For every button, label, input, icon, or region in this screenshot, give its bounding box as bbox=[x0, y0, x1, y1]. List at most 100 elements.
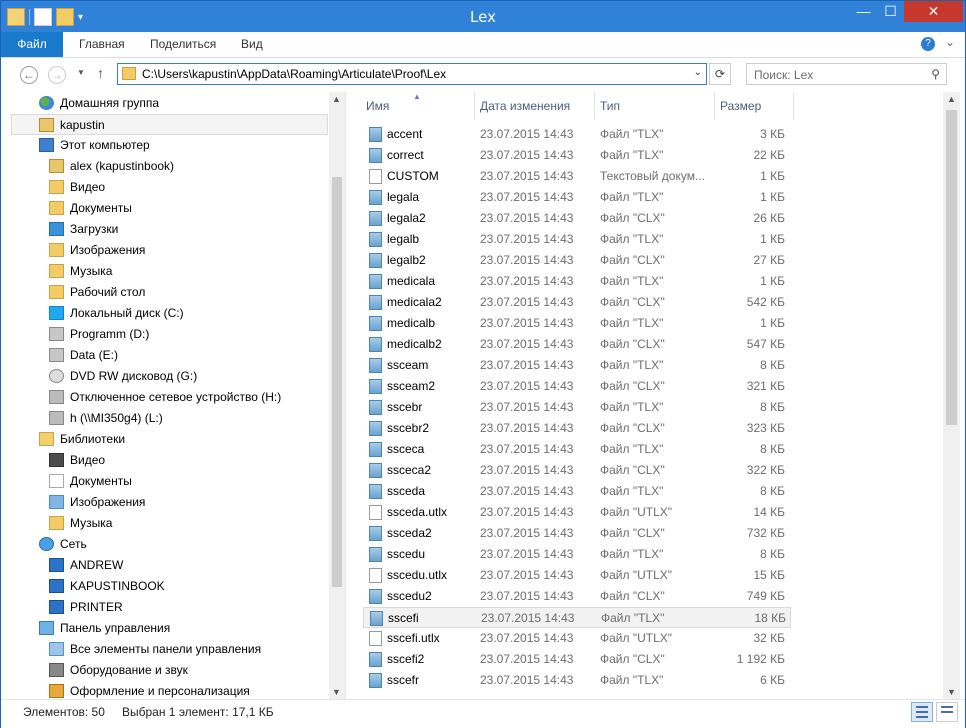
column-type[interactable]: Тип bbox=[600, 99, 620, 113]
nav-item[interactable]: Музыка bbox=[1, 261, 331, 282]
navigation-pane-scrollbar[interactable]: ▲ ▼ bbox=[329, 92, 345, 699]
file-row[interactable]: ssceda 23.07.2015 14:43 Файл "TLX" 8 КБ bbox=[363, 481, 791, 502]
column-date[interactable]: Дата изменения bbox=[480, 99, 570, 113]
file-row[interactable]: sscefi2 23.07.2015 14:43 Файл "CLX" 1 192 К… bbox=[363, 649, 791, 670]
file-row[interactable]: legalb2 23.07.2015 14:43 Файл "CLX" 27 КБ bbox=[363, 250, 791, 271]
file-row[interactable]: legala2 23.07.2015 14:43 Файл "CLX" 26 КБ bbox=[363, 208, 791, 229]
network-drive-disconnected-icon bbox=[49, 411, 64, 425]
address-path[interactable]: C:\Users\kapustin\AppData\Roaming\Articu… bbox=[142, 67, 446, 81]
scroll-up-icon[interactable]: ▲ bbox=[332, 94, 341, 104]
file-row[interactable]: ssceda.utlx 23.07.2015 14:43 Файл "UTLX" 14… bbox=[363, 502, 791, 523]
file-row[interactable]: medicalb2 23.07.2015 14:43 Файл "CLX" 547 К… bbox=[363, 334, 791, 355]
column-divider[interactable] bbox=[793, 92, 794, 120]
nav-item[interactable]: Изображения bbox=[1, 240, 331, 261]
file-row[interactable]: legala 23.07.2015 14:43 Файл "TLX" 1 КБ bbox=[363, 187, 791, 208]
file-row[interactable]: sscedu 23.07.2015 14:43 Файл "TLX" 8 КБ bbox=[363, 544, 791, 565]
nav-item[interactable]: Сеть bbox=[1, 534, 331, 555]
nav-item[interactable]: PRINTER bbox=[1, 597, 331, 618]
file-row[interactable]: medicala 23.07.2015 14:43 Файл "TLX" 1 КБ bbox=[363, 271, 791, 292]
file-row[interactable]: sscedu2 23.07.2015 14:43 Файл "CLX" 749 КБ bbox=[363, 586, 791, 607]
nav-item[interactable]: Отключенное сетевое устройство (H:) bbox=[1, 387, 331, 408]
back-button[interactable]: ← bbox=[20, 66, 38, 84]
nav-item[interactable]: Оборудование и звук bbox=[1, 660, 331, 681]
file-row[interactable]: sscedu.utlx 23.07.2015 14:43 Файл "UTLX" 15… bbox=[363, 565, 791, 586]
data-file-icon bbox=[369, 652, 382, 667]
file-row[interactable]: medicala2 23.07.2015 14:43 Файл "CLX" 542 К… bbox=[363, 292, 791, 313]
scroll-down-icon[interactable]: ▼ bbox=[947, 687, 956, 697]
column-divider[interactable] bbox=[714, 92, 715, 120]
nav-item[interactable]: KAPUSTINBOOK bbox=[1, 576, 331, 597]
address-bar[interactable]: C:\Users\kapustin\AppData\Roaming\Articu… bbox=[117, 63, 707, 85]
nav-item[interactable]: Видео bbox=[1, 450, 331, 471]
expand-ribbon-icon[interactable]: ⌄ bbox=[945, 35, 955, 49]
nav-item[interactable]: Загрузки bbox=[1, 219, 331, 240]
file-row[interactable]: sscebr2 23.07.2015 14:43 Файл "CLX" 323 КБ bbox=[363, 418, 791, 439]
large-icons-view-button[interactable] bbox=[936, 702, 958, 722]
nav-item[interactable]: Музыка bbox=[1, 513, 331, 534]
nav-item[interactable]: Рабочий стол bbox=[1, 282, 331, 303]
file-row[interactable]: medicalb 23.07.2015 14:43 Файл "TLX" 1 КБ bbox=[363, 313, 791, 334]
hardware-sound-icon bbox=[49, 663, 64, 677]
nav-item[interactable]: ANDREW bbox=[1, 555, 331, 576]
nav-item[interactable]: Этот компьютер bbox=[1, 135, 331, 156]
tab-home[interactable]: Главная bbox=[79, 32, 125, 57]
search-input[interactable]: Поиск: Lex ⚲ bbox=[746, 63, 947, 85]
file-size: 8 КБ bbox=[760, 484, 785, 498]
nav-item[interactable]: Programm (D:) bbox=[1, 324, 331, 345]
nav-item[interactable]: Домашняя группа bbox=[1, 93, 331, 114]
file-row[interactable]: accent 23.07.2015 14:43 Файл "TLX" 3 КБ bbox=[363, 124, 791, 145]
file-row[interactable]: legalb 23.07.2015 14:43 Файл "TLX" 1 КБ bbox=[363, 229, 791, 250]
nav-item[interactable]: Документы bbox=[1, 471, 331, 492]
file-size: 323 КБ bbox=[746, 421, 785, 435]
details-view-button[interactable] bbox=[911, 702, 933, 722]
file-row[interactable]: sscefi 23.07.2015 14:43 Файл "TLX" 18 КБ bbox=[363, 607, 791, 628]
nav-item[interactable]: alex (kapustinbook) bbox=[1, 156, 331, 177]
file-row[interactable]: ssceca 23.07.2015 14:43 Файл "TLX" 8 КБ bbox=[363, 439, 791, 460]
file-row[interactable]: ssceda2 23.07.2015 14:43 Файл "CLX" 732 КБ bbox=[363, 523, 791, 544]
file-row[interactable]: ssceca2 23.07.2015 14:43 Файл "CLX" 322 КБ bbox=[363, 460, 791, 481]
file-list-scrollbar[interactable]: ▲ ▼ bbox=[943, 92, 960, 699]
nav-item[interactable]: Data (E:) bbox=[1, 345, 331, 366]
file-row[interactable]: correct 23.07.2015 14:43 Файл "TLX" 22 КБ bbox=[363, 145, 791, 166]
scroll-thumb[interactable] bbox=[332, 177, 342, 587]
nav-item[interactable]: Панель управления bbox=[1, 618, 331, 639]
nav-item[interactable]: Документы bbox=[1, 198, 331, 219]
file-row[interactable]: sscebr 23.07.2015 14:43 Файл "TLX" 8 КБ bbox=[363, 397, 791, 418]
maximize-button[interactable]: ☐ bbox=[877, 1, 904, 22]
minimize-button[interactable]: — bbox=[850, 1, 877, 22]
forward-button[interactable]: → bbox=[48, 66, 66, 84]
column-size[interactable]: Размер bbox=[720, 99, 761, 113]
refresh-button[interactable]: ⟳ bbox=[709, 63, 731, 85]
file-type: Файл "TLX" bbox=[600, 316, 664, 330]
file-row[interactable]: CUSTOM 23.07.2015 14:43 Текстовый докум...… bbox=[363, 166, 791, 187]
nav-item[interactable]: Изображения bbox=[1, 492, 331, 513]
file-row[interactable]: sscefi.utlx 23.07.2015 14:43 Файл "UTLX" 32… bbox=[363, 628, 791, 649]
up-button[interactable]: ↑ bbox=[97, 65, 104, 81]
file-row[interactable]: ssceam 23.07.2015 14:43 Файл "TLX" 8 КБ bbox=[363, 355, 791, 376]
column-name[interactable]: Имя bbox=[366, 99, 389, 113]
nav-item[interactable]: Библиотеки bbox=[1, 429, 331, 450]
search-icon[interactable]: ⚲ bbox=[931, 67, 940, 81]
tab-share[interactable]: Поделиться bbox=[150, 32, 216, 57]
nav-item[interactable]: DVD RW дисковод (G:) bbox=[1, 366, 331, 387]
file-row[interactable]: ssceam2 23.07.2015 14:43 Файл "CLX" 321 КБ bbox=[363, 376, 791, 397]
recent-locations-dropdown[interactable]: ▼ bbox=[77, 68, 85, 77]
nav-item[interactable]: Локальный диск (C:) bbox=[1, 303, 331, 324]
address-dropdown[interactable]: ⌄ bbox=[694, 67, 702, 78]
tab-file[interactable]: Файл bbox=[1, 32, 63, 57]
nav-item[interactable]: Все элементы панели управления bbox=[1, 639, 331, 660]
close-button[interactable]: ✕ bbox=[904, 1, 963, 22]
scroll-thumb[interactable] bbox=[946, 110, 957, 425]
scroll-up-icon[interactable]: ▲ bbox=[947, 94, 956, 104]
tab-view[interactable]: Вид bbox=[241, 32, 263, 57]
nav-item[interactable]: Видео bbox=[1, 177, 331, 198]
nav-item[interactable]: h (\\MI350g4) (L:) bbox=[1, 408, 331, 429]
nav-item[interactable]: kapustin bbox=[11, 114, 328, 135]
column-divider[interactable] bbox=[474, 92, 475, 120]
help-icon[interactable]: ? bbox=[921, 37, 935, 51]
scroll-down-icon[interactable]: ▼ bbox=[332, 687, 341, 697]
nav-item[interactable]: Оформление и персонализация bbox=[1, 681, 331, 699]
file-date: 23.07.2015 14:43 bbox=[480, 652, 574, 666]
file-row[interactable]: sscefr 23.07.2015 14:43 Файл "TLX" 6 КБ bbox=[363, 670, 791, 691]
column-divider[interactable] bbox=[594, 92, 595, 120]
